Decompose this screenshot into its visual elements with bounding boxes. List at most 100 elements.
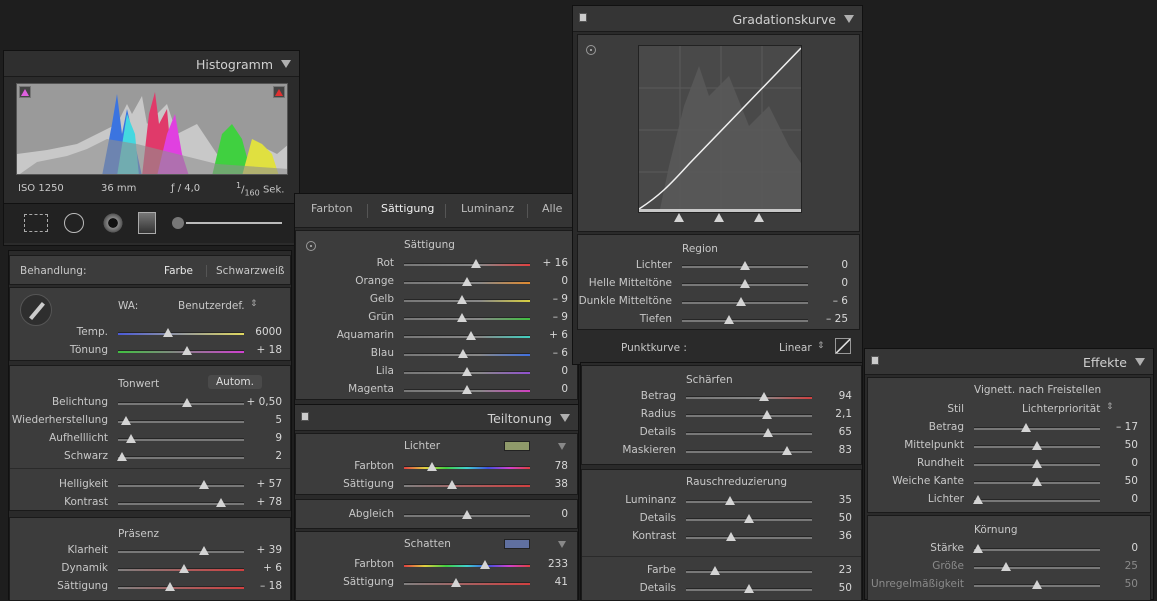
treatment-bw-button[interactable]: Schwarzweiß: [216, 265, 285, 277]
slider-value-magenta[interactable]: 0: [532, 383, 568, 395]
highlights-swatch[interactable]: [504, 441, 530, 451]
slider-thumb[interactable]: [462, 510, 472, 519]
slider-thumb[interactable]: [458, 349, 469, 358]
slider-thumb[interactable]: [178, 564, 189, 573]
slider-thumb[interactable]: [120, 416, 131, 425]
tab-hue[interactable]: Farbton: [311, 202, 353, 215]
slider-track-schwarz[interactable]: [116, 452, 244, 461]
slider-value-dunkle-mitteltone[interactable]: – 6: [812, 295, 848, 307]
slider-value-sattigung[interactable]: – 18: [246, 580, 282, 592]
slider-value-lichter[interactable]: 0: [812, 259, 848, 271]
highlight-clipping-icon[interactable]: [273, 86, 285, 98]
slider-value-farbton[interactable]: 78: [532, 460, 568, 472]
slider-thumb[interactable]: [470, 259, 481, 268]
slider-track-details[interactable]: [686, 428, 812, 437]
spot-removal-icon[interactable]: [64, 213, 84, 233]
shadows-triangle-icon[interactable]: [558, 541, 566, 548]
histogram-header[interactable]: Histogramm: [4, 51, 299, 77]
slider-value-unregelmassigkeit[interactable]: 50: [1104, 578, 1138, 590]
highlights-triangle-icon[interactable]: [558, 443, 566, 450]
red-eye-icon[interactable]: [102, 212, 124, 234]
slider-value-betrag[interactable]: 94: [816, 390, 852, 402]
slider-value-helligkeit[interactable]: + 57: [246, 478, 283, 490]
slider-track-magenta[interactable]: [404, 385, 530, 394]
slider-thumb[interactable]: [465, 331, 476, 340]
slider-value-farbton[interactable]: 233: [532, 558, 568, 570]
slider-track-helle-mitteltone[interactable]: [682, 279, 808, 288]
slider-track-details[interactable]: [686, 584, 812, 593]
panel-switch-icon[interactable]: [579, 13, 587, 22]
slider-thumb[interactable]: [479, 560, 490, 569]
slider-track-maskieren[interactable]: [686, 446, 812, 455]
slider-track-details[interactable]: [686, 514, 812, 523]
slider-track-tiefen[interactable]: [682, 315, 808, 324]
slider-track-temp[interactable]: [118, 328, 244, 337]
slider-track-wiederherstellung[interactable]: [118, 416, 244, 425]
slider-value-wiederherstellung[interactable]: 5: [246, 414, 282, 426]
slider-thumb[interactable]: [1032, 459, 1042, 468]
slider-value-klarheit[interactable]: + 39: [246, 544, 283, 556]
slider-thumb[interactable]: [972, 495, 983, 504]
slider-track-mittelpunkt[interactable]: [974, 441, 1100, 450]
slider-value-dynamik[interactable]: + 6: [246, 562, 282, 574]
slider-value-starke[interactable]: 0: [1104, 542, 1138, 554]
slider-thumb[interactable]: [1020, 423, 1031, 432]
slider-track-klarheit[interactable]: [118, 546, 244, 555]
slider-value-grun[interactable]: – 9: [532, 311, 568, 323]
slider-value-details[interactable]: 50: [816, 582, 852, 594]
slider-value-gelb[interactable]: – 9: [532, 293, 568, 305]
slider-track-grosse[interactable]: [974, 562, 1100, 571]
slider-track-belichtung[interactable]: [118, 398, 244, 407]
split-toning-header[interactable]: Teiltonung: [295, 405, 578, 431]
slider-value-maskieren[interactable]: 83: [816, 444, 852, 456]
slider-value-lichter[interactable]: 0: [1104, 493, 1138, 505]
curve-edit-icon[interactable]: [835, 338, 851, 354]
slider-thumb[interactable]: [426, 462, 437, 471]
slider-value-kontrast[interactable]: 36: [816, 530, 852, 542]
slider-thumb[interactable]: [446, 480, 457, 489]
slider-value-aufhelllicht[interactable]: 9: [246, 432, 282, 444]
slider-track-lila[interactable]: [404, 367, 530, 376]
slider-thumb[interactable]: [198, 546, 209, 555]
slider-track-unregelmassigkeit[interactable]: [974, 580, 1100, 589]
targeted-adjustment-icon[interactable]: [306, 241, 316, 251]
slider-track-gelb[interactable]: [404, 295, 530, 304]
tab-all[interactable]: Alle: [542, 202, 562, 215]
slider-track-kontrast[interactable]: [118, 498, 244, 507]
slider-thumb[interactable]: [723, 315, 734, 324]
slider-value-rot[interactable]: + 16: [532, 257, 569, 269]
slider-thumb[interactable]: [456, 295, 467, 304]
slider-value-details[interactable]: 50: [816, 512, 852, 524]
slider-track-sattigung[interactable]: [404, 578, 530, 587]
slider-value-helle-mitteltone[interactable]: 0: [812, 277, 848, 289]
adjustment-brush-icon[interactable]: [172, 217, 282, 229]
slider-thumb[interactable]: [744, 514, 754, 523]
slider-track-abgleich[interactable]: [404, 510, 530, 519]
split-point-midtones[interactable]: [714, 213, 724, 222]
slider-thumb[interactable]: [462, 367, 472, 376]
slider-track-radius[interactable]: [686, 410, 812, 419]
slider-value-lila[interactable]: 0: [532, 365, 568, 377]
slider-value-temp[interactable]: 6000: [246, 326, 282, 338]
slider-thumb[interactable]: [1032, 580, 1042, 589]
slider-track-lichter[interactable]: [972, 495, 1100, 504]
split-point-highlights[interactable]: [754, 213, 764, 222]
slider-track-farbton[interactable]: [404, 462, 530, 471]
slider-thumb[interactable]: [116, 452, 127, 461]
shadows-swatch[interactable]: [504, 539, 530, 549]
slider-thumb[interactable]: [744, 584, 754, 593]
targeted-adjustment-icon[interactable]: [586, 45, 596, 55]
tone-curve-header[interactable]: Gradationskurve: [573, 6, 862, 32]
slider-track-grun[interactable]: [404, 313, 530, 322]
panel-switch-icon[interactable]: [301, 412, 309, 421]
slider-track-aquamarin[interactable]: [404, 331, 530, 340]
slider-value-rundheit[interactable]: 0: [1104, 457, 1138, 469]
slider-thumb[interactable]: [456, 313, 467, 322]
eyedropper-icon[interactable]: [20, 294, 52, 326]
effects-header[interactable]: Effekte: [865, 349, 1153, 375]
slider-thumb[interactable]: [450, 578, 461, 587]
slider-value-belichtung[interactable]: + 0,50: [246, 396, 282, 408]
slider-thumb[interactable]: [198, 480, 209, 489]
tab-saturation[interactable]: Sättigung: [381, 202, 434, 215]
slider-thumb[interactable]: [163, 328, 174, 337]
